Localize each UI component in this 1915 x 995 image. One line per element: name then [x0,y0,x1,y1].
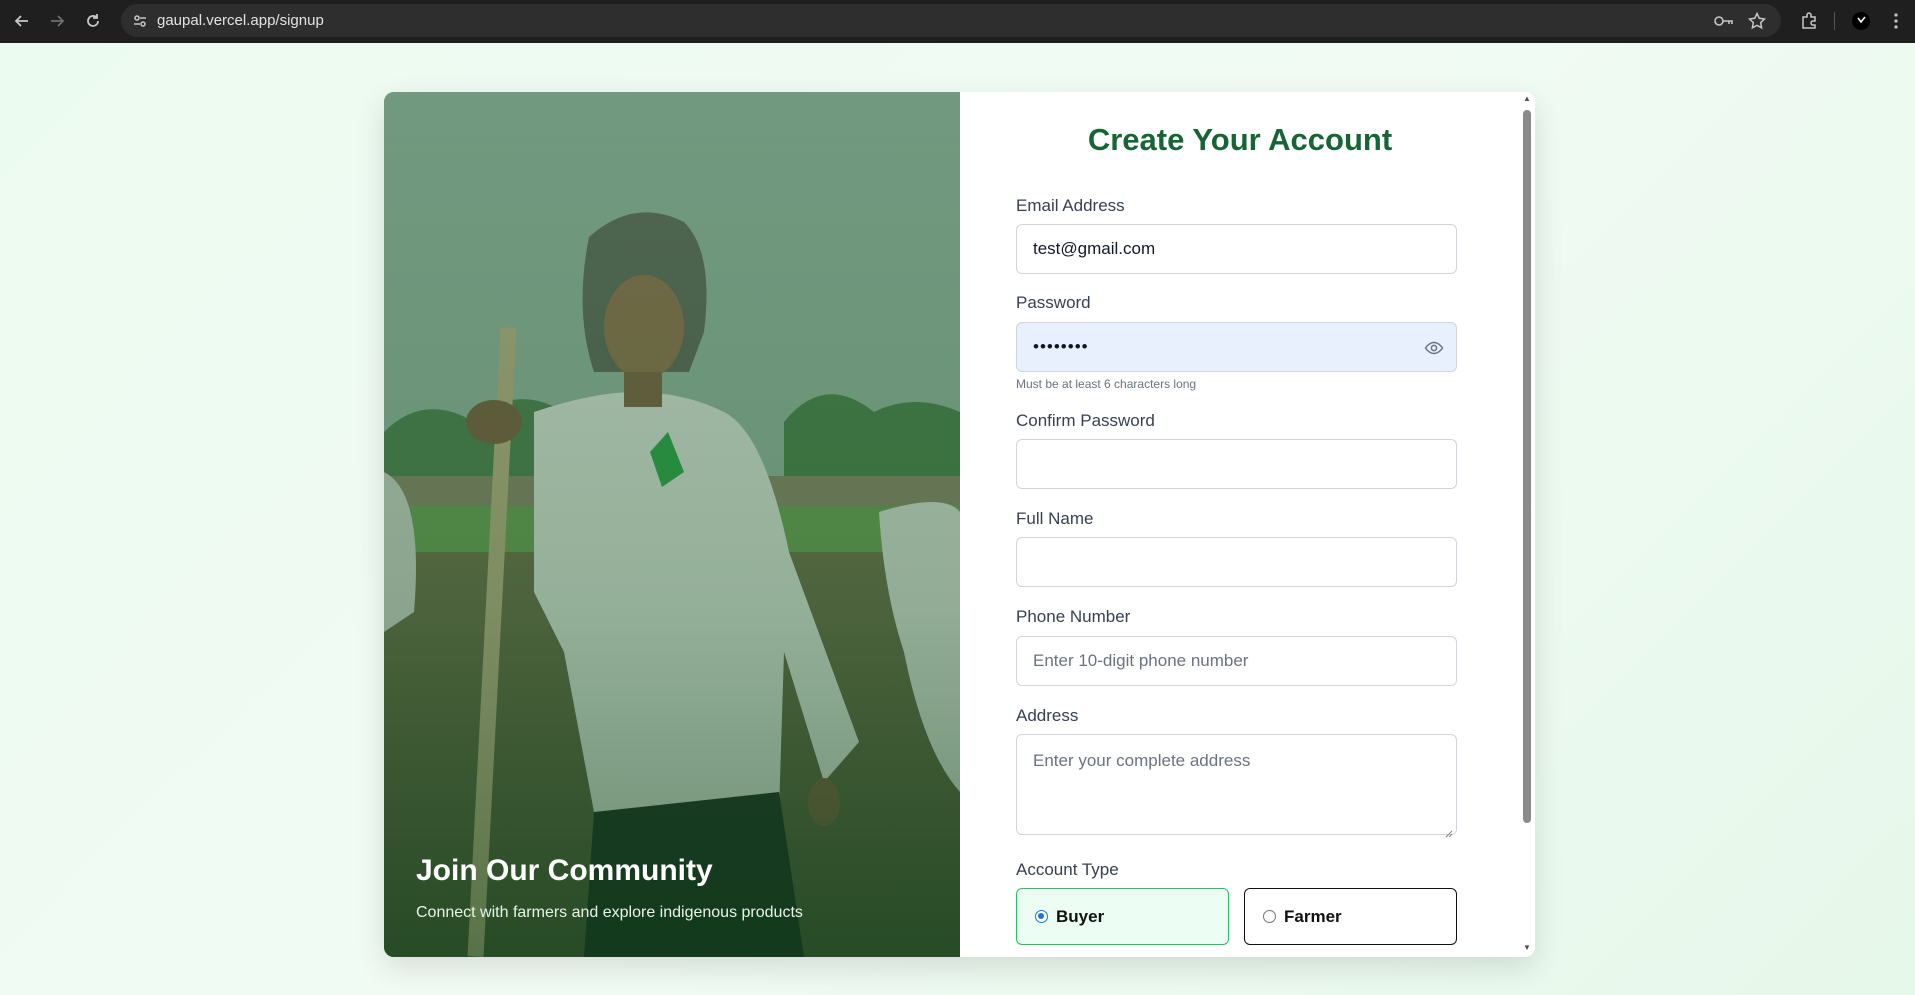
address-label: Address [1016,706,1079,725]
hero-subtitle: Connect with farmers and explore indigen… [416,904,803,921]
scroll-down-icon[interactable]: ▼ [1523,943,1531,952]
reload-icon[interactable] [80,8,106,34]
password-value: •••••••• [1033,337,1089,356]
extensions-icon[interactable] [1797,9,1821,33]
forward-icon[interactable] [44,8,70,34]
menu-icon[interactable] [1884,9,1908,33]
page-title: Create Your Account [1087,122,1393,157]
scroll-up-icon[interactable]: ▲ [1523,94,1531,103]
browser-toolbar: gaupal.vercel.app/signup [0,0,1915,43]
scrollbar-thumb[interactable] [1523,110,1531,823]
farmer-label: Farmer [1284,906,1342,926]
farmer-radio[interactable] [1263,910,1276,923]
signup-form: Create Your Account Email Address test@g… [960,92,1535,957]
site-settings-icon[interactable] [131,12,149,30]
confirm-password-field[interactable] [1016,439,1457,489]
password-hint: Must be at least 6 characters long [1016,377,1197,391]
password-label: Password [1016,293,1091,312]
phone-field[interactable]: Enter 10-digit phone number [1016,636,1457,686]
phone-label: Phone Number [1016,607,1131,626]
address-bar[interactable]: gaupal.vercel.app/signup [121,4,1781,37]
hero-green-overlay [384,92,960,957]
url-text: gaupal.vercel.app/signup [157,12,324,29]
toolbar-separator [1834,12,1835,30]
email-label: Email Address [1016,196,1125,215]
password-key-icon[interactable] [1714,11,1734,31]
buyer-radio[interactable] [1035,910,1048,923]
full-name-label: Full Name [1016,509,1094,528]
confirm-password-label: Confirm Password [1016,411,1155,430]
account-type-farmer[interactable]: Farmer [1244,888,1457,945]
hero-title: Join Our Community [416,854,713,887]
address-placeholder: Enter your complete address [1033,751,1251,770]
back-icon[interactable] [9,8,35,34]
bookmark-star-icon[interactable] [1747,11,1767,31]
email-value: test@gmail.com [1033,239,1156,258]
email-field[interactable]: test@gmail.com [1016,224,1457,274]
phone-placeholder: Enter 10-digit phone number [1033,651,1249,670]
buyer-label: Buyer [1056,906,1105,926]
show-password-eye-icon[interactable] [1424,338,1444,358]
address-textarea[interactable]: Enter your complete address [1016,734,1457,838]
full-name-field[interactable] [1016,537,1457,587]
password-field[interactable]: •••••••• [1016,322,1457,372]
account-type-buyer[interactable]: Buyer [1016,888,1229,945]
account-type-label: Account Type [1016,860,1119,879]
hero-image-panel: Join Our Community Connect with farmers … [384,92,960,957]
signup-card: Join Our Community Connect with farmers … [384,92,1535,957]
resize-grip-icon[interactable] [1445,823,1453,838]
form-scrollbar[interactable]: ▲ ▼ [1519,92,1535,957]
profile-icon[interactable] [1849,9,1873,33]
